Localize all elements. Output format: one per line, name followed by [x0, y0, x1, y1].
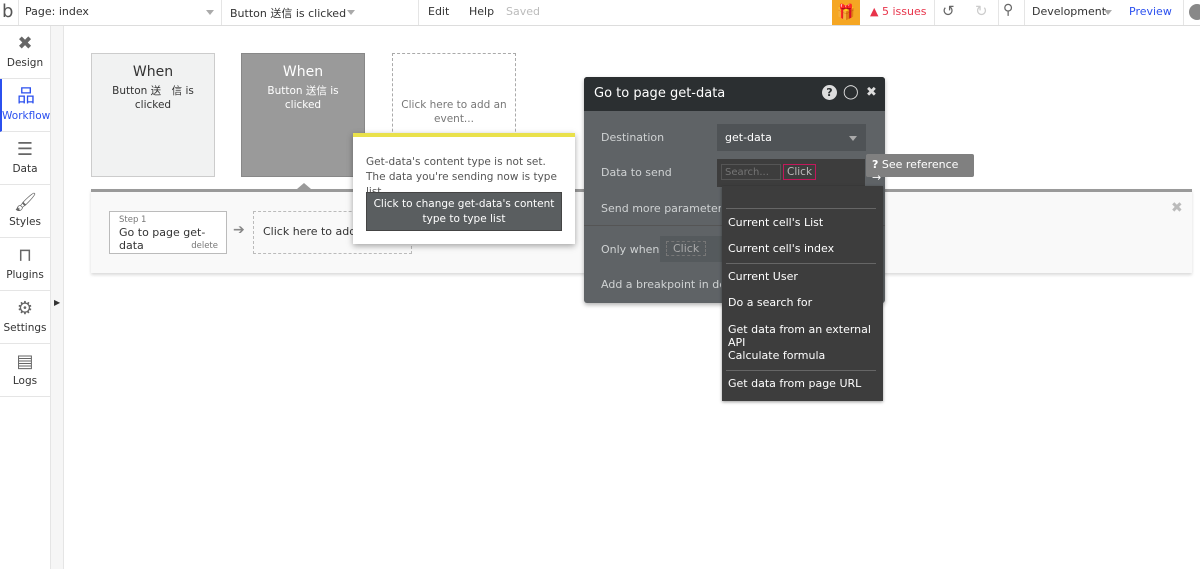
- destination-dropdown[interactable]: get-data: [717, 124, 866, 151]
- content-type-warning: Get-data's content type is not set. The …: [353, 133, 575, 244]
- sidebar-label: Data: [12, 163, 38, 175]
- only-when-field[interactable]: Click: [660, 236, 730, 262]
- close-icon[interactable]: ✖: [1171, 200, 1183, 216]
- event-when: When: [282, 64, 324, 80]
- pointer-arrow: [297, 183, 311, 189]
- click-token[interactable]: Click: [783, 164, 817, 180]
- sidebar: ✖ Design 品 Workflow ☰ Data 🖌 Styles ⊓ Plugins…: [0, 26, 51, 569]
- search-icon[interactable]: ⚲: [1003, 2, 1013, 18]
- gift-icon[interactable]: 🎁: [832, 0, 860, 25]
- destination-value: get-data: [725, 131, 772, 144]
- dropdown-item[interactable]: Do a search for: [728, 296, 812, 309]
- event-when: When: [132, 64, 174, 80]
- only-when-label: Only when: [601, 243, 660, 256]
- sidebar-label: Workflow: [2, 110, 51, 122]
- sidebar-collapse-strip[interactable]: ▶: [51, 26, 64, 569]
- sidebar-item-design[interactable]: ✖ Design: [0, 26, 50, 79]
- database-icon: ☰: [16, 139, 34, 160]
- dropdown-item[interactable]: Get data from page URL: [728, 377, 861, 390]
- event-selector[interactable]: Button 送信 is clicked: [230, 5, 346, 21]
- sidebar-label: Styles: [9, 216, 41, 228]
- environment-selector[interactable]: Development: [1032, 5, 1106, 18]
- breakpoint-checkbox[interactable]: Add a breakpoint in debug mode: [601, 278, 721, 291]
- expand-arrow-icon[interactable]: ▶: [54, 298, 60, 307]
- destination-label: Destination: [601, 131, 665, 144]
- saved-status: Saved: [506, 5, 540, 18]
- brush-icon: 🖌: [14, 192, 37, 213]
- chevron-down-icon[interactable]: [1104, 10, 1112, 15]
- sidebar-label: Settings: [3, 322, 47, 334]
- add-event-label: Click here to add an event...: [401, 99, 507, 125]
- arrow-right-icon: ➔: [233, 222, 245, 238]
- panel-title: Go to page get-data: [594, 86, 726, 101]
- question-icon: ?: [872, 158, 879, 171]
- help-icon[interactable]: ?: [822, 85, 837, 100]
- gear-icon: ⚙: [16, 298, 34, 319]
- page-selector[interactable]: Page: index: [25, 5, 89, 18]
- event-desc: Button 送信 is clicked: [267, 85, 339, 111]
- sidebar-label: Logs: [12, 375, 38, 387]
- close-icon[interactable]: ✖: [866, 85, 877, 100]
- dropdown-item[interactable]: Calculate formula: [728, 349, 825, 362]
- data-to-send-field[interactable]: Click: [717, 159, 865, 187]
- event-card[interactable]: When Button 送 信 is clicked: [91, 53, 215, 177]
- comment-icon[interactable]: ◯: [843, 84, 859, 100]
- issues-count: 5 issues: [881, 5, 927, 18]
- redo-icon[interactable]: ↻: [975, 2, 988, 20]
- preview-button[interactable]: Preview: [1129, 5, 1172, 18]
- dropdown-item[interactable]: Current cell's List: [728, 216, 823, 229]
- plug-icon: ⊓: [17, 245, 33, 266]
- delete-step-link[interactable]: delete: [191, 241, 218, 251]
- chevron-down-icon: [849, 136, 857, 141]
- chevron-down-icon[interactable]: [206, 10, 214, 15]
- avatar[interactable]: [1189, 4, 1200, 20]
- sidebar-item-styles[interactable]: 🖌 Styles: [0, 185, 50, 238]
- panel-header: Go to page get-data ? ◯ ✖: [584, 77, 885, 111]
- edit-menu[interactable]: Edit: [428, 5, 449, 18]
- search-input[interactable]: [721, 164, 781, 180]
- step-number: Step 1: [119, 215, 147, 225]
- sidebar-item-plugins[interactable]: ⊓ Plugins: [0, 238, 50, 291]
- dropdown-item[interactable]: Current cell's index: [728, 242, 834, 255]
- dropdown-item[interactable]: Current User: [728, 270, 798, 283]
- top-bar: b Page: index Button 送信 is clicked Edit …: [0, 0, 1200, 26]
- step-card[interactable]: Step 1 Go to page get-data delete: [109, 211, 227, 254]
- event-card-selected[interactable]: When Button 送信 is clicked: [241, 53, 365, 177]
- sidebar-item-workflow[interactable]: 品 Workflow: [0, 79, 50, 132]
- undo-icon[interactable]: ↺: [942, 2, 955, 20]
- help-menu[interactable]: Help: [469, 5, 494, 18]
- data-source-dropdown: Current cell's List Current cell's index…: [722, 186, 883, 401]
- see-reference-button[interactable]: ? See reference →: [866, 154, 974, 184]
- issues-button[interactable]: ▲ 5 issues: [870, 5, 926, 18]
- bubble-logo[interactable]: b: [2, 1, 13, 22]
- event-desc: Button 送 信 is clicked: [112, 85, 194, 111]
- chevron-down-icon[interactable]: [347, 10, 355, 15]
- workflow-icon: 品: [17, 86, 35, 107]
- document-icon: ▤: [16, 351, 34, 372]
- sidebar-label: Design: [6, 57, 44, 69]
- data-to-send-label: Data to send: [601, 166, 672, 179]
- change-content-type-button[interactable]: Click to change get-data's content type …: [366, 192, 562, 231]
- sidebar-item-data[interactable]: ☰ Data: [0, 132, 50, 185]
- dropdown-item[interactable]: Get data from an external API: [728, 323, 883, 349]
- design-icon: ✖: [17, 33, 33, 54]
- only-when-click: Click: [666, 241, 707, 256]
- sidebar-label: Plugins: [6, 269, 44, 281]
- more-params-link[interactable]: Send more parameters to the page: [601, 202, 721, 215]
- sidebar-item-settings[interactable]: ⚙ Settings: [0, 291, 50, 344]
- sidebar-item-logs[interactable]: ▤ Logs: [0, 344, 50, 397]
